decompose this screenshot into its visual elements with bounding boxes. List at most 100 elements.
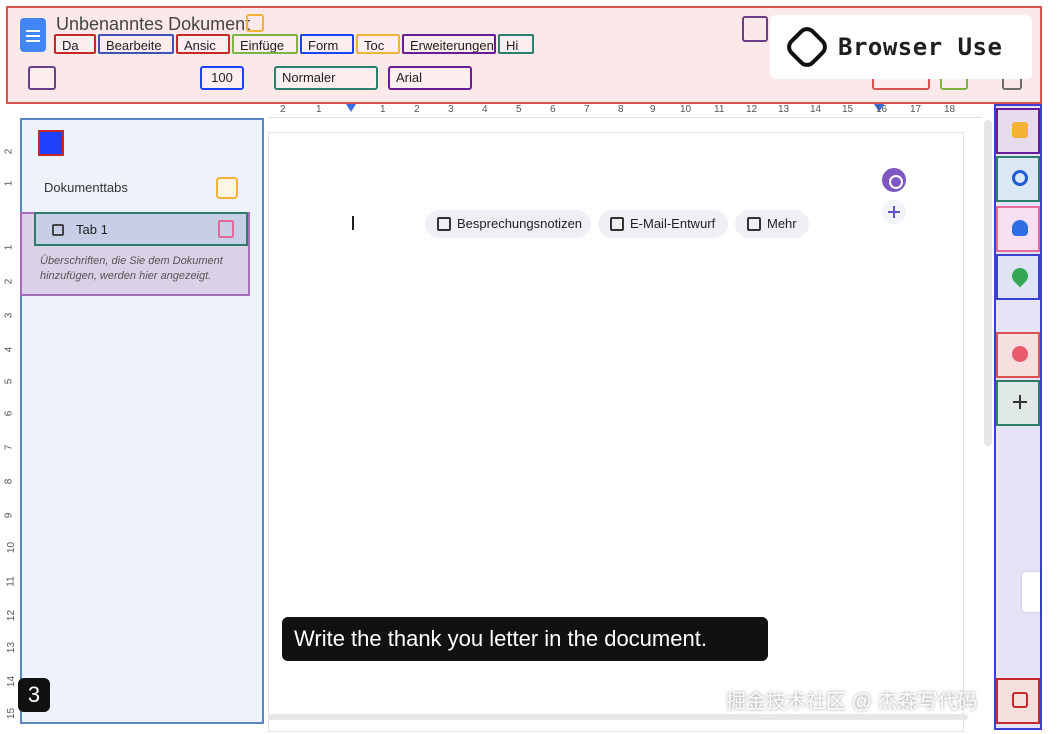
menu-view[interactable]: Ansic (176, 34, 230, 54)
contacts-app[interactable] (996, 206, 1040, 252)
vertical-scrollbar[interactable] (984, 120, 992, 446)
vertical-ruler: 2 1 1 2 3 4 5 6 7 8 9 10 11 12 13 14 15 (3, 120, 18, 720)
menu-tools[interactable]: Toc (356, 34, 400, 54)
step-badge: 3 (18, 678, 50, 712)
ruler-tick: 11 (714, 104, 725, 115)
ruler-tick: 14 (6, 675, 18, 688)
menu-file[interactable]: Da (54, 34, 96, 54)
plus-icon (1012, 394, 1028, 410)
star-icon[interactable] (246, 14, 264, 32)
ruler-tick: 7 (584, 104, 590, 115)
horizontal-ruler[interactable]: 2 1 1 2 3 4 5 6 7 8 9 10 11 12 13 14 15 … (268, 104, 982, 118)
ruler-tick: 1 (3, 180, 15, 187)
outline-hint: Überschriften, die Sie dem Dokument hinz… (40, 255, 223, 282)
text-cursor (352, 216, 354, 230)
tasks-icon (1012, 170, 1028, 186)
more-label: Mehr (767, 216, 797, 231)
font-family-select[interactable]: Arial (388, 66, 472, 90)
get-addons-button[interactable] (996, 380, 1040, 426)
meeting-notes-label: Besprechungsnotizen (457, 216, 583, 231)
ruler-tick: 10 (680, 104, 692, 115)
menu-format[interactable]: Form (300, 34, 354, 54)
document-icon (52, 224, 64, 236)
search-menus-button[interactable] (28, 66, 56, 90)
ruler-tick: 12 (746, 104, 758, 115)
ruler-tick: 2 (280, 104, 286, 115)
more-icon (747, 217, 761, 231)
ruler-tick: 10 (6, 541, 18, 554)
ruler-tick: 8 (3, 478, 15, 485)
keep-icon (1012, 122, 1028, 138)
maps-app[interactable] (996, 254, 1040, 300)
ruler-tick: 18 (944, 104, 956, 115)
ruler-tick: 11 (5, 576, 17, 587)
browser-use-brand: Browser Use (770, 15, 1032, 79)
side-panel-footer-button[interactable] (996, 678, 1040, 724)
ruler-tick: 1 (380, 104, 386, 115)
ruler-tick: 3 (3, 312, 15, 319)
email-icon (610, 217, 624, 231)
email-draft-chip[interactable]: E-Mail-Entwurf (598, 210, 728, 238)
maps-icon (1008, 264, 1032, 288)
paragraph-style-select[interactable]: Normaler (274, 66, 378, 90)
more-chip[interactable]: Mehr (735, 210, 809, 238)
browser-use-name: Browser Use (838, 33, 1003, 61)
ruler-tick: 17 (910, 104, 922, 115)
ruler-tick: 15 (6, 707, 18, 720)
addon-icon (1012, 346, 1028, 362)
document-title[interactable]: Unbenanntes Dokument (56, 14, 250, 35)
menu-help[interactable]: Hi (498, 34, 534, 54)
menu-insert[interactable]: Einfüge (232, 34, 298, 54)
ruler-tick: 2 (414, 104, 420, 115)
ruler-tick: 5 (516, 104, 522, 115)
ruler-tick: 1 (316, 104, 322, 115)
ruler-tick: 3 (448, 104, 454, 115)
ruler-tick: 4 (3, 346, 15, 353)
ruler-tick: 16 (876, 104, 888, 115)
ruler-tick: 13 (6, 641, 18, 654)
keep-app[interactable] (996, 108, 1040, 154)
add-content-icon[interactable] (882, 200, 906, 224)
tab-item[interactable]: Tab 1 (34, 212, 248, 246)
menu-bar: Da Bearbeite Ansic Einfüge Form Toc Erwe… (54, 34, 534, 54)
collapse-side-panel-button[interactable] (1022, 572, 1040, 612)
menu-extensions[interactable]: Erweiterungen (402, 34, 496, 54)
tab-options-icon[interactable] (218, 220, 234, 238)
ruler-tick: 4 (482, 104, 488, 115)
ruler-tick: 7 (3, 444, 15, 451)
ruler-tick: 5 (3, 378, 15, 385)
watermark: 掘金技术社区 @ 杰森写代码 (726, 691, 978, 713)
ruler-tick: 6 (3, 410, 15, 417)
browser-use-logo-icon (782, 22, 832, 72)
ruler-tick: 2 (3, 148, 15, 155)
ruler-tick: 9 (650, 104, 656, 115)
ruler-tick: 13 (778, 104, 790, 115)
contacts-icon (1012, 220, 1028, 236)
tab-label: Tab 1 (76, 222, 108, 237)
ruler-tick: 12 (6, 609, 18, 622)
ruler-tick: 2 (3, 278, 15, 285)
docs-logo-icon[interactable] (20, 18, 46, 52)
meeting-notes-chip[interactable]: Besprechungsnotizen (425, 210, 591, 238)
left-indent-marker[interactable] (346, 104, 356, 112)
comment-icon[interactable] (742, 16, 768, 42)
ruler-tick: 14 (810, 104, 822, 115)
document-outline-icon[interactable] (38, 130, 64, 156)
ruler-tick: 15 (842, 104, 854, 115)
zoom-select[interactable]: 100 (200, 66, 244, 90)
document-icon (437, 217, 451, 231)
addon-app[interactable] (996, 332, 1040, 378)
horizontal-scrollbar[interactable] (268, 714, 968, 720)
document-tabs-panel (20, 118, 264, 724)
ruler-tick: 8 (618, 104, 624, 115)
menu-edit[interactable]: Bearbeite (98, 34, 174, 54)
square-icon (1012, 692, 1028, 708)
email-draft-label: E-Mail-Entwurf (630, 216, 716, 231)
instruction-caption: Write the thank you letter in the docume… (282, 617, 768, 661)
tasks-app[interactable] (996, 156, 1040, 202)
add-tab-button[interactable] (216, 177, 238, 199)
document-tabs-title: Dokumenttabs (44, 180, 128, 195)
assistant-icon[interactable] (882, 168, 906, 192)
ruler-tick: 1 (3, 244, 15, 251)
ruler-tick: 6 (550, 104, 556, 115)
